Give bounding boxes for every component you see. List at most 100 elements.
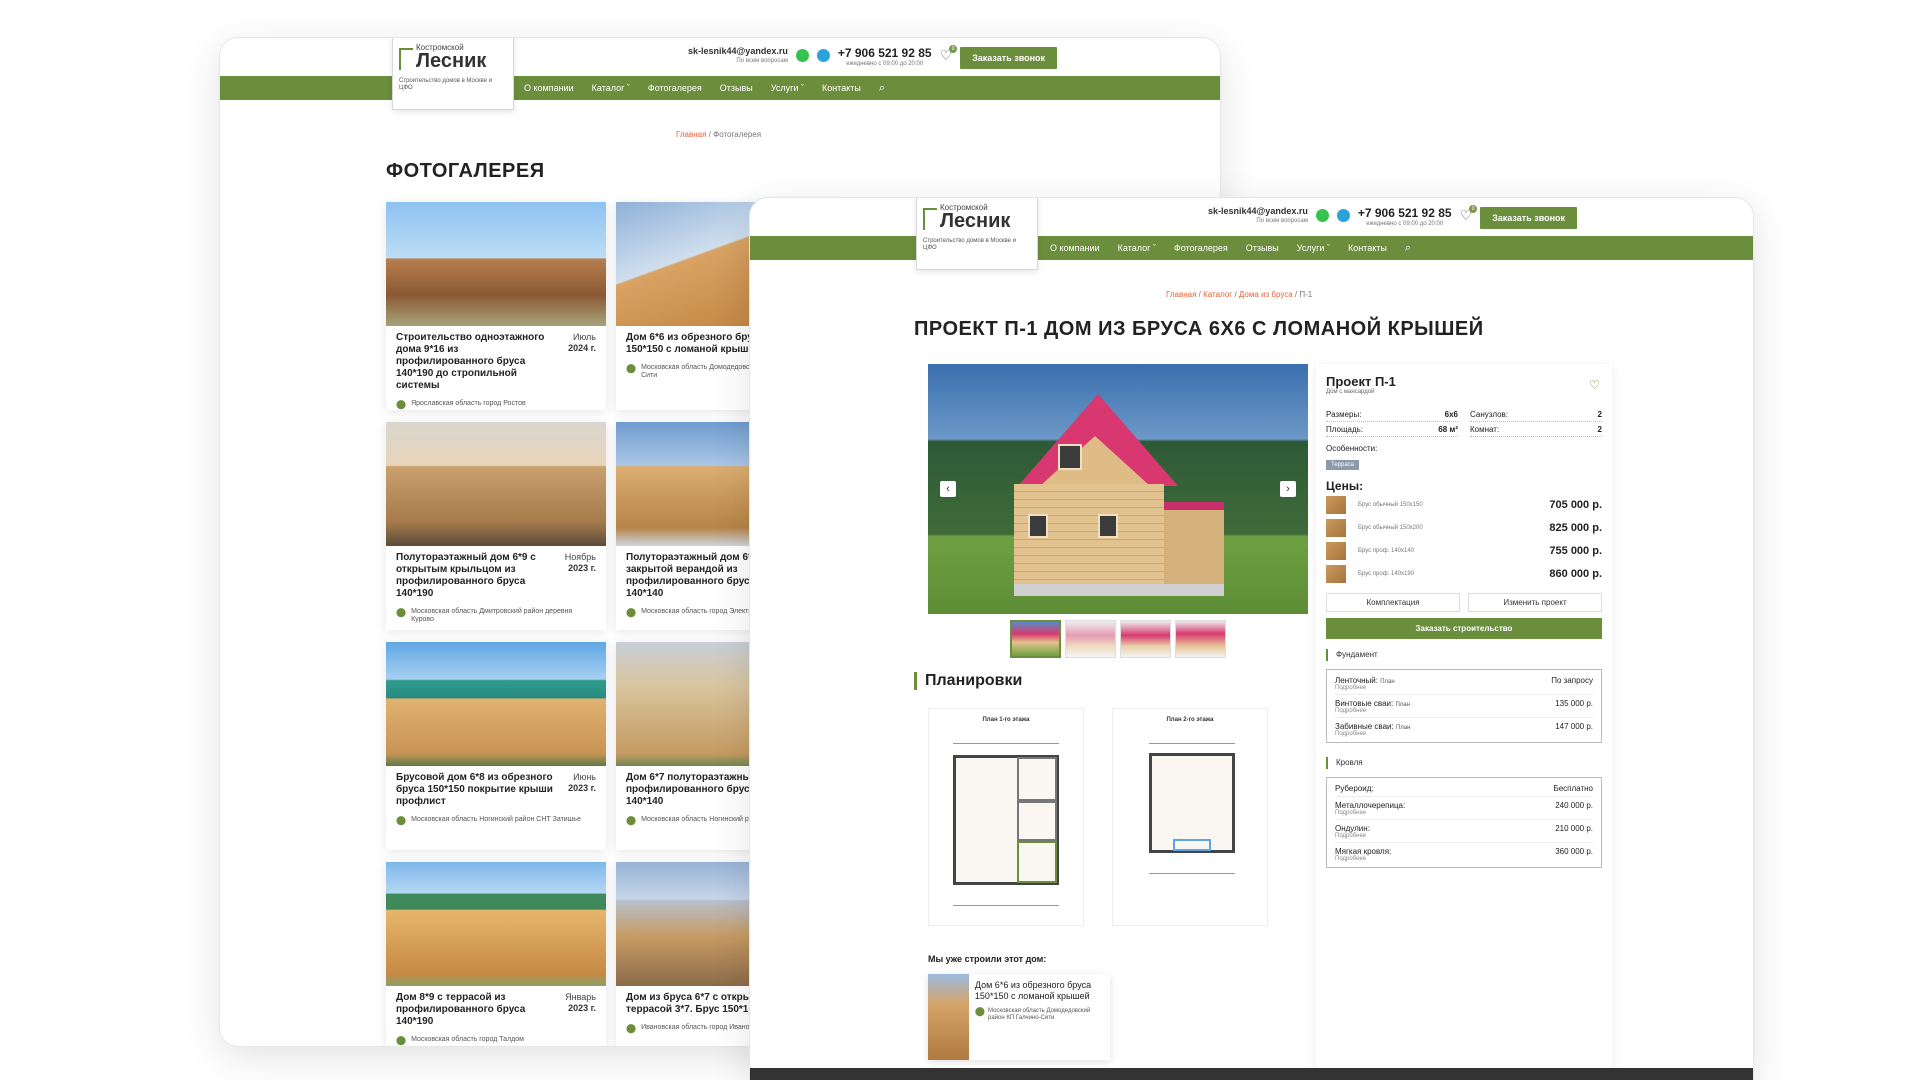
callback-button[interactable]: Заказать звонок bbox=[1480, 207, 1578, 229]
phone-link[interactable]: +7 906 521 92 85 bbox=[838, 46, 932, 60]
feature-tag: Терраса bbox=[1326, 460, 1360, 470]
nav-services[interactable]: Услуги ˇ bbox=[771, 83, 804, 93]
crumb-category[interactable]: Дома из бруса bbox=[1239, 290, 1293, 299]
nav-contacts[interactable]: Контакты bbox=[1348, 243, 1387, 253]
more-link[interactable]: Подробнее bbox=[1335, 685, 1395, 691]
gallery-photo bbox=[386, 862, 606, 986]
location-pin-icon: ⬤ bbox=[396, 399, 407, 409]
location-pin-icon: ⬤ bbox=[396, 1035, 407, 1045]
whatsapp-icon[interactable] bbox=[1315, 209, 1329, 222]
card-date: Ноябрь 2023 г. bbox=[564, 552, 596, 573]
wood-swatch-icon bbox=[1326, 518, 1346, 537]
location-pin-icon: ⬤ bbox=[626, 1023, 637, 1033]
gallery-photo bbox=[386, 202, 606, 326]
roof-option[interactable]: Ондулин: Подробнее 210 000 р. bbox=[1335, 820, 1593, 843]
breadcrumb: Главная / Каталог / Дома из бруса / П-1 bbox=[1166, 290, 1313, 299]
photo-thumbnails bbox=[1010, 620, 1226, 658]
floor-plan-2[interactable]: План 2-го этажа bbox=[1112, 708, 1268, 926]
foundation-option[interactable]: Забивные сваи: План Подробнее 147 000 р. bbox=[1335, 718, 1593, 740]
phone-link[interactable]: +7 906 521 92 85 bbox=[1358, 206, 1452, 220]
email-link[interactable]: sk-lesnik44@yandex.ru bbox=[688, 46, 788, 56]
more-link[interactable]: Подробнее bbox=[1335, 810, 1405, 816]
nav-services[interactable]: Услуги ˇ bbox=[1297, 243, 1330, 253]
plan-link[interactable]: План bbox=[1396, 725, 1410, 731]
wood-swatch-icon bbox=[1326, 564, 1346, 583]
header-topbar: sk-lesnik44@yandex.ru По всем вопросам +… bbox=[220, 38, 1220, 76]
plan-link[interactable]: План bbox=[1380, 679, 1394, 685]
price-list: Брус обычный 150х150 705 000 р. Брус обыч… bbox=[1326, 493, 1602, 585]
search-icon[interactable]: ⌕ bbox=[1405, 242, 1411, 255]
email-link[interactable]: sk-lesnik44@yandex.ru bbox=[1208, 206, 1308, 216]
nav-gallery[interactable]: Фотогалерея bbox=[1174, 243, 1228, 253]
callback-button[interactable]: Заказать звонок bbox=[960, 47, 1058, 69]
main-nav: О компании Каталог ˇ Фотогалерея Отзывы … bbox=[750, 236, 1753, 260]
location-pin-icon: ⬤ bbox=[974, 1006, 985, 1016]
whatsapp-icon[interactable] bbox=[795, 49, 809, 62]
thumbnail[interactable] bbox=[1010, 620, 1061, 658]
more-link[interactable]: Подробнее bbox=[1335, 731, 1410, 737]
roof-option[interactable]: Металлочерепица: Подробнее 240 000 р. bbox=[1335, 797, 1593, 820]
project-specs: Размеры: 6х6 Санузлов: 2 Площадь: 68 м² Ком… bbox=[1326, 407, 1602, 437]
roof-option[interactable]: Мягкая кровля: Подробнее 360 000 р. bbox=[1335, 843, 1593, 865]
nav-catalog[interactable]: Каталог ˇ bbox=[1118, 243, 1156, 253]
favorites-icon[interactable]: ♡ 0 bbox=[940, 45, 958, 64]
nav-reviews[interactable]: Отзывы bbox=[1246, 243, 1279, 253]
page-title: ПРОЕКТ П-1 ДОМ ИЗ БРУСА 6Х6 С ЛОМАНОЙ КР… bbox=[914, 318, 1484, 340]
more-link[interactable]: Подробнее bbox=[1335, 856, 1391, 862]
project-main-photo[interactable]: ‹ › bbox=[928, 364, 1308, 614]
nav-gallery[interactable]: Фотогалерея bbox=[648, 83, 702, 93]
footer-strip bbox=[750, 1068, 1753, 1080]
more-link[interactable]: Подробнее bbox=[1335, 708, 1410, 714]
order-construction-button[interactable]: Заказать строительство bbox=[1326, 618, 1602, 639]
built-house-card[interactable]: Дом 6*6 из обрезного бруса 150*150 с лом… bbox=[928, 974, 1110, 1060]
nav-catalog[interactable]: Каталог ˇ bbox=[592, 83, 630, 93]
telegram-icon[interactable] bbox=[1336, 209, 1350, 222]
gallery-photo bbox=[386, 422, 606, 546]
favorites-icon[interactable]: ♡ 0 bbox=[1460, 205, 1478, 224]
gallery-card[interactable]: Строительство одноэтажного дома 9*16 из … bbox=[386, 202, 606, 410]
main-nav: О компании Каталог ˇ Фотогалерея Отзывы … bbox=[220, 76, 1220, 100]
thumbnail[interactable] bbox=[1120, 620, 1171, 658]
prev-arrow-icon[interactable]: ‹ bbox=[940, 481, 956, 497]
kit-button[interactable]: Комплектация bbox=[1326, 593, 1460, 612]
heart-icon[interactable]: ♡ bbox=[1589, 378, 1600, 392]
tree-logo-icon bbox=[399, 48, 413, 70]
location-pin-icon: ⬤ bbox=[626, 363, 637, 373]
card-location: Ярославская область город Ростов bbox=[411, 400, 526, 407]
nav-about[interactable]: О компании bbox=[1050, 243, 1100, 253]
floor-plan-1[interactable]: План 1-го этажа bbox=[928, 708, 1084, 926]
card-title: Брусовой дом 6*8 из обрезного бруса 150*… bbox=[396, 772, 553, 807]
nav-contacts[interactable]: Контакты bbox=[822, 83, 861, 93]
card-title: Строительство одноэтажного дома 9*16 из … bbox=[396, 332, 545, 391]
change-project-button[interactable]: Изменить проект bbox=[1468, 593, 1602, 612]
wood-swatch-icon bbox=[1326, 495, 1346, 514]
gallery-photo bbox=[386, 642, 606, 766]
price-row: Брус проф. 140х190 860 000 р. bbox=[1326, 562, 1602, 585]
site-logo[interactable]: Костромской Лесник Строительство домов в… bbox=[916, 198, 1038, 270]
site-logo[interactable]: Костромской Лесник Строительство домов в… bbox=[392, 38, 514, 110]
foundation-option[interactable]: Винтовые сваи: План Подробнее 135 000 р. bbox=[1335, 695, 1593, 718]
card-title: Полутораэтажный дом 6*9 с открытым крыль… bbox=[396, 552, 536, 599]
crumb-catalog[interactable]: Каталог bbox=[1203, 290, 1232, 299]
search-icon[interactable]: ⌕ bbox=[879, 82, 885, 95]
plans-heading: Планировки bbox=[914, 672, 1022, 690]
location-pin-icon: ⬤ bbox=[626, 607, 637, 617]
nav-reviews[interactable]: Отзывы bbox=[720, 83, 753, 93]
crumb-home[interactable]: Главная bbox=[1166, 290, 1196, 299]
breadcrumb: Главная / Фотогалерея bbox=[676, 130, 762, 139]
nav-about[interactable]: О компании bbox=[524, 83, 574, 93]
gallery-card[interactable]: Дом 8*9 с террасой из профилированного б… bbox=[386, 862, 606, 1046]
gallery-card[interactable]: Брусовой дом 6*8 из обрезного бруса 150*… bbox=[386, 642, 606, 850]
foundation-option[interactable]: Ленточный: План Подробнее По запросу bbox=[1335, 672, 1593, 695]
next-arrow-icon[interactable]: › bbox=[1280, 481, 1296, 497]
more-link[interactable]: Подробнее bbox=[1335, 833, 1370, 839]
thumbnail[interactable] bbox=[1175, 620, 1226, 658]
roof-options: Рубероид: Бесплатно Металлочерепица: Подро… bbox=[1326, 777, 1602, 868]
plan-link[interactable]: План bbox=[1395, 702, 1409, 708]
thumbnail[interactable] bbox=[1065, 620, 1116, 658]
roof-option[interactable]: Рубероид: Бесплатно bbox=[1335, 780, 1593, 797]
crumb-home[interactable]: Главная bbox=[676, 130, 706, 139]
gallery-card[interactable]: Полутораэтажный дом 6*9 с открытым крыль… bbox=[386, 422, 606, 630]
telegram-icon[interactable] bbox=[816, 49, 830, 62]
foundation-heading: Фундамент bbox=[1326, 649, 1602, 661]
